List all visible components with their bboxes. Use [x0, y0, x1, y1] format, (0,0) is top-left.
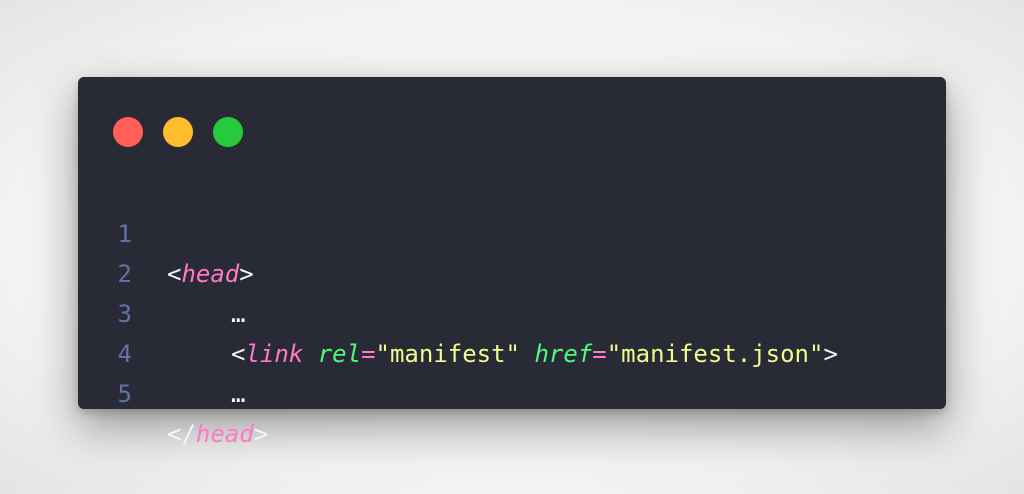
code-line-2: 2 …	[78, 214, 946, 328]
close-window-dot-icon[interactable]	[113, 117, 143, 147]
tag-open-bracket: </	[167, 420, 196, 448]
code-window: 1 <head> 2 … 3 <link rel="manifest" href…	[78, 77, 946, 448]
code-line-content: …	[167, 374, 245, 414]
code-line-3: 3 <link rel="manifest" href="manifest.js…	[78, 254, 946, 368]
minimize-window-dot-icon[interactable]	[163, 117, 193, 147]
code-line-4: 4 …	[78, 294, 946, 408]
maximize-window-dot-icon[interactable]	[213, 117, 243, 147]
line-number: 5	[117, 380, 132, 408]
code-block: 1 <head> 2 … 3 <link rel="manifest" href…	[78, 174, 946, 448]
ellipsis-text: …	[231, 380, 246, 408]
tag-close-bracket: >	[253, 420, 269, 448]
code-line-1: 1 <head>	[78, 174, 946, 288]
code-line-5: 5 </head>	[78, 334, 946, 448]
code-line-content: </head>	[167, 414, 268, 454]
tag-name: head	[195, 420, 254, 448]
